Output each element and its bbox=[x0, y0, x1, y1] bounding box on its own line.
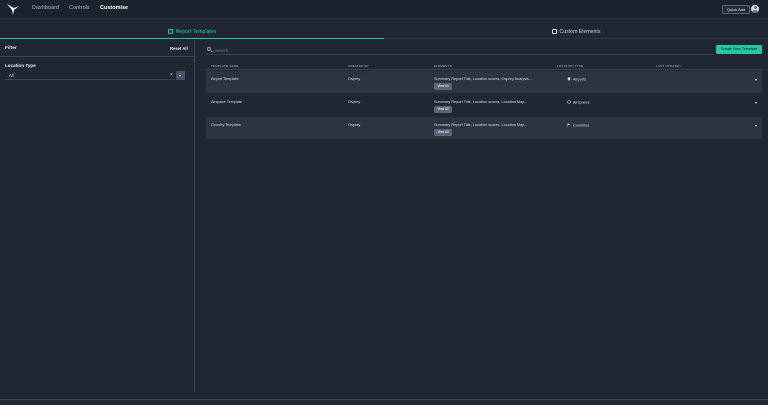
table-row[interactable]: Airport Template Osprey Summary Report T… bbox=[206, 71, 762, 93]
tab-label: Report Templates bbox=[175, 29, 217, 35]
column-header-template-name[interactable]: Template Name bbox=[211, 64, 239, 68]
view-all-button[interactable]: View All bbox=[434, 83, 452, 90]
filter-divider bbox=[0, 56, 194, 57]
template-name-cell: Country Template bbox=[211, 123, 241, 127]
table-row[interactable]: Airspace Template Osprey Summary Report … bbox=[206, 94, 762, 116]
circle-icon bbox=[567, 100, 571, 104]
location-type-cell: Countries bbox=[567, 123, 589, 128]
search-bar bbox=[206, 45, 714, 55]
chevron-down-icon[interactable] bbox=[755, 125, 757, 127]
location-type-select[interactable]: All × bbox=[5, 71, 176, 80]
elements-cell: Summary Report Title, Location scores, O… bbox=[434, 77, 532, 81]
column-header-last-updated[interactable]: Last Updated bbox=[656, 64, 681, 68]
tab-report-templates[interactable]: Report Templates bbox=[0, 28, 384, 39]
location-type-label: Airspaces bbox=[573, 100, 590, 105]
clear-icon[interactable]: × bbox=[170, 72, 173, 78]
table-row[interactable]: Country Template Osprey Summary Report T… bbox=[206, 117, 762, 139]
flag-icon bbox=[567, 123, 571, 127]
elements-cell: Summary Report Title, Location scores, L… bbox=[434, 123, 528, 127]
bottom-divider bbox=[0, 399, 768, 400]
filter-title: Filter bbox=[5, 46, 17, 51]
column-header-location-type[interactable]: Location Type bbox=[557, 64, 583, 68]
nav-dashboard[interactable]: Dashboard bbox=[32, 5, 59, 11]
created-by-cell: Osprey bbox=[348, 100, 361, 104]
filter-panel: Filter Reset All Location Type All × bbox=[0, 40, 195, 392]
avatar-body bbox=[752, 10, 758, 13]
create-new-template-button[interactable]: Create New Template bbox=[716, 45, 762, 54]
tab-label: Custom Elements bbox=[559, 29, 601, 35]
search-input[interactable] bbox=[215, 46, 695, 54]
column-header-created-by[interactable]: Created By bbox=[348, 64, 369, 68]
main-content: Create New Template Template Name Create… bbox=[196, 40, 768, 392]
table-header: Template Name Created By Elements Locati… bbox=[206, 62, 762, 70]
chevron-down-icon[interactable] bbox=[176, 71, 185, 80]
grid-icon bbox=[551, 28, 557, 34]
location-type-label: Countries bbox=[573, 123, 590, 128]
avatar-head bbox=[753, 6, 757, 10]
tab-bar: Report Templates Custom Elements bbox=[0, 28, 768, 39]
quick-add-button[interactable]: Quick Add bbox=[722, 5, 751, 14]
nav-customise[interactable]: Customise bbox=[100, 5, 128, 11]
search-icon bbox=[207, 47, 211, 51]
location-type-label: Airports bbox=[573, 77, 587, 82]
chevron-down-icon[interactable] bbox=[755, 79, 757, 81]
column-header-elements[interactable]: Elements bbox=[434, 64, 452, 68]
created-by-cell: Osprey bbox=[348, 123, 361, 127]
template-name-cell: Airport Template bbox=[211, 77, 239, 81]
user-avatar-icon[interactable] bbox=[751, 5, 759, 13]
location-type-cell: Airspaces bbox=[567, 100, 590, 105]
pin-icon bbox=[567, 77, 571, 81]
view-all-button[interactable]: View All bbox=[434, 106, 452, 113]
view-all-button[interactable]: View All bbox=[434, 129, 452, 136]
created-by-cell: Osprey bbox=[348, 77, 361, 81]
location-type-value: All bbox=[9, 73, 14, 78]
location-type-label: Location Type bbox=[5, 63, 36, 68]
template-name-cell: Airspace Template bbox=[211, 100, 243, 104]
bird-logo-icon[interactable] bbox=[6, 3, 20, 16]
reset-all-link[interactable]: Reset All bbox=[170, 46, 188, 51]
location-type-cell: Airports bbox=[567, 77, 586, 82]
nav-controls[interactable]: Controls bbox=[69, 5, 89, 11]
elements-cell: Summary Report Title, Location scores, L… bbox=[434, 100, 528, 104]
template-icon bbox=[167, 28, 173, 34]
top-navigation-bar: Dashboard Controls Customise Quick Add bbox=[0, 0, 768, 19]
tab-custom-elements[interactable]: Custom Elements bbox=[384, 28, 768, 39]
chevron-down-icon[interactable] bbox=[755, 102, 757, 104]
